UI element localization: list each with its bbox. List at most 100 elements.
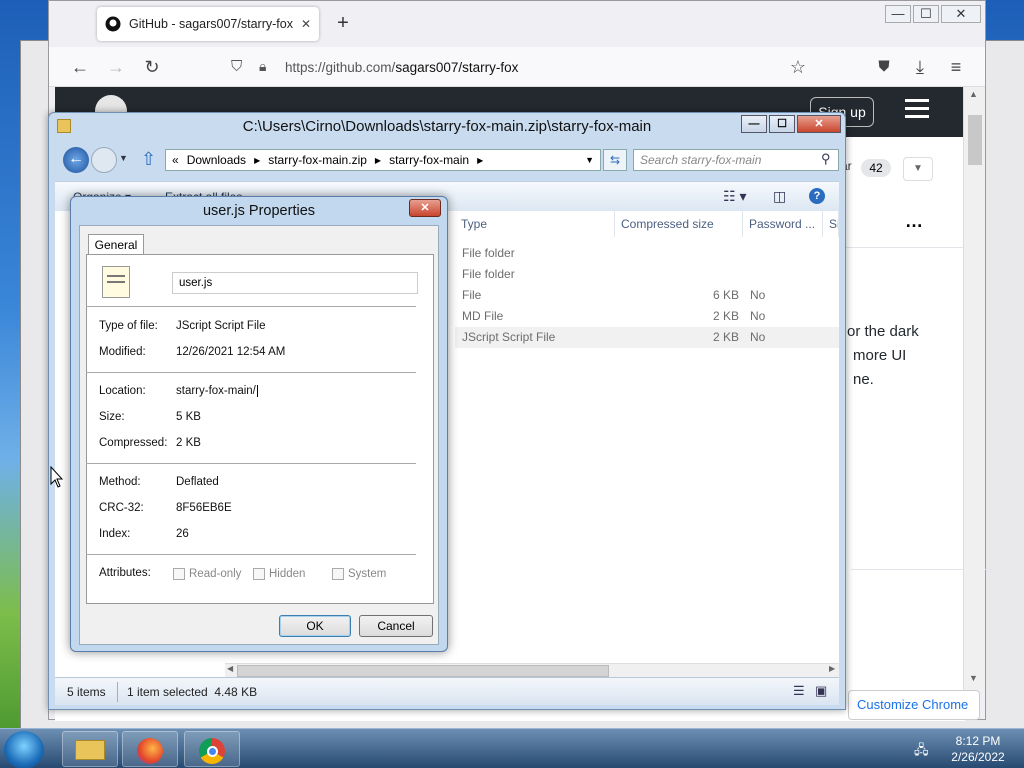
explorer-minimize-button[interactable]: — [741, 115, 767, 133]
bookmark-star-icon[interactable]: ☆ [785, 55, 811, 79]
system-checkbox[interactable]: System [332, 568, 386, 580]
address-bar[interactable]: « Downloads ▶ starry-fox-main.zip ▶ star… [165, 149, 601, 171]
index-label: Index: [99, 528, 131, 540]
view-options-icon[interactable]: ☷ ▾ [723, 188, 746, 205]
taskbar-explorer[interactable] [62, 731, 118, 767]
column-header-type[interactable]: Type [455, 211, 615, 237]
explorer-maximize-button[interactable]: ☐ [769, 115, 795, 133]
compressed-size: 2 KB [713, 309, 740, 323]
vertical-scrollbar[interactable]: ▲ ▼ [963, 87, 985, 692]
start-button[interactable] [4, 731, 44, 768]
list-item[interactable]: File 6 KB No [455, 285, 839, 306]
search-icon[interactable]: ⚲ [821, 151, 831, 167]
list-item[interactable]: MD File 2 KB No [455, 306, 839, 327]
back-arrow-icon[interactable]: ← [63, 147, 89, 173]
details-view-icon[interactable]: ☰ [793, 683, 805, 699]
taskbar-chrome[interactable] [184, 731, 240, 767]
ok-button[interactable]: OK [279, 615, 351, 637]
tab-general[interactable]: General [88, 234, 144, 256]
lock-icon[interactable]: 🔒︎ [259, 58, 266, 75]
explorer-close-button[interactable]: ✕ [797, 115, 841, 133]
filename-field[interactable]: user.js [172, 272, 418, 294]
forward-icon[interactable]: → [103, 55, 129, 79]
up-folder-icon[interactable]: ⇧ [141, 149, 156, 170]
location-value[interactable]: starry-fox-main/ [176, 385, 258, 397]
breadcrumb-folder[interactable]: starry-fox-main [389, 153, 469, 167]
cancel-button[interactable]: Cancel [359, 615, 433, 637]
breadcrumb-zip[interactable]: starry-fox-main.zip [268, 153, 367, 167]
preview-pane-icon[interactable]: ◫ [773, 188, 786, 205]
system-label: System [348, 568, 387, 580]
scroll-down-icon[interactable]: ▼ [969, 673, 978, 683]
properties-dialog: user.js Properties ✕ General [70, 196, 448, 652]
hidden-checkbox[interactable]: Hidden [253, 568, 305, 580]
recent-pages-chevron-down-icon[interactable]: ▼ [119, 153, 128, 163]
separator [86, 372, 416, 373]
new-tab-button[interactable]: + [331, 12, 355, 36]
taskbar: 🖧︎ 8:12 PM 2/26/2022 [0, 728, 1024, 768]
star-dropdown-icon[interactable]: ▼ [903, 157, 933, 181]
star-count-badge: 42 [861, 159, 891, 177]
github-favicon-icon [105, 16, 121, 32]
dialog-close-button[interactable]: ✕ [409, 199, 441, 217]
address-toolbar: ← ▼ ⇧ « Downloads ▶ starry-fox-main.zip … [55, 145, 839, 175]
readme-text-line: or the dark [847, 323, 919, 340]
forward-arrow-icon[interactable] [91, 147, 117, 173]
download-icon[interactable]: ⤓ [907, 55, 933, 79]
maximize-button[interactable]: ☐ [913, 5, 939, 23]
url-bar[interactable]: ⛉ 🔒︎ https://github.com/sagars007/starry… [223, 52, 813, 82]
back-icon[interactable]: ← [67, 55, 93, 79]
scrollbar-thumb[interactable] [237, 665, 609, 677]
minimize-button[interactable]: — [885, 5, 911, 23]
address-dropdown-icon[interactable]: ▼ [585, 155, 594, 165]
readonly-label: Read-only [189, 568, 242, 580]
network-icon[interactable]: 🖧︎ [914, 741, 929, 763]
list-item[interactable]: File folder [455, 264, 839, 285]
refresh-icon[interactable]: ⇆ [603, 149, 627, 171]
breadcrumb-downloads[interactable]: Downloads [187, 153, 246, 167]
taskbar-firefox[interactable] [122, 731, 178, 767]
list-item[interactable]: File folder [455, 243, 839, 264]
search-input[interactable]: Search starry-fox-main [633, 149, 839, 171]
breadcrumb-overflow[interactable]: « [172, 153, 179, 167]
file-type: JScript Script File [462, 330, 556, 344]
readme-text-line: ne. [853, 371, 874, 388]
column-header-compressed-size[interactable]: Compressed size [615, 211, 743, 237]
selection-info: 1 item selected 4.48 KB [127, 685, 258, 699]
tab-github[interactable]: GitHub - sagars007/starry-fox: F ✕ [97, 7, 319, 41]
file-type: MD File [462, 309, 504, 323]
file-type: File [462, 288, 482, 302]
method-value: Deflated [176, 476, 219, 488]
breadcrumb-separator-icon[interactable]: ▶ [375, 156, 381, 165]
menu-icon[interactable]: ≡ [943, 55, 969, 79]
scroll-right-icon[interactable]: ▶ [829, 664, 835, 673]
readonly-checkbox[interactable]: Read-only [173, 568, 241, 580]
help-icon[interactable]: ? [809, 188, 825, 204]
separator [86, 554, 416, 555]
clock-time: 8:12 PM [955, 734, 1001, 748]
shield-icon[interactable]: ⛉ [231, 58, 242, 75]
compressed-size: 2 KB [713, 330, 740, 344]
firefox-icon [137, 738, 163, 764]
reload-icon[interactable]: ↻ [139, 55, 165, 79]
close-button[interactable]: ✕ [941, 5, 981, 23]
hamburger-menu-icon[interactable] [905, 99, 929, 121]
breadcrumb-separator-icon[interactable]: ▶ [477, 156, 483, 165]
more-options-button[interactable]: … [905, 211, 923, 232]
horizontal-scrollbar[interactable]: ◀ ▶ [225, 663, 839, 677]
customize-chrome-button[interactable]: Customize Chrome [848, 690, 980, 720]
large-icons-view-icon[interactable]: ▣ [815, 683, 827, 699]
clock[interactable]: 8:12 PM 2/26/2022 [940, 733, 1016, 765]
list-item-selected[interactable]: JScript Script File 2 KB No [455, 327, 839, 348]
script-file-icon [102, 266, 130, 298]
column-header-password[interactable]: Password ... [743, 211, 823, 237]
method-label: Method: [99, 476, 141, 488]
scrollbar-thumb[interactable] [968, 115, 982, 165]
tab-close-icon[interactable]: ✕ [301, 17, 311, 31]
scroll-left-icon[interactable]: ◀ [227, 664, 233, 673]
pocket-icon[interactable]: ⛊ [871, 55, 897, 79]
crc-label: CRC-32: [99, 502, 144, 514]
breadcrumb-separator-icon[interactable]: ▶ [254, 156, 260, 165]
scroll-up-icon[interactable]: ▲ [969, 89, 978, 99]
column-header-size[interactable]: Si [823, 211, 839, 237]
